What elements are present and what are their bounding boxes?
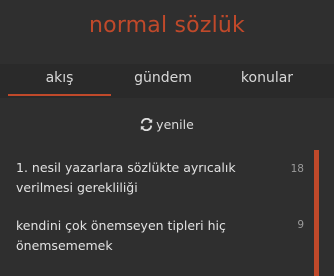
site-logo-title[interactable]: normal sözlük (0, 10, 334, 42)
entry-count: 18 (290, 163, 304, 175)
list-accent-bar (314, 150, 319, 276)
topic-link[interactable]: 1. nesil yazarlara sözlükte ayrıcalık ve… (16, 158, 278, 198)
refresh-button[interactable]: yenile (0, 113, 334, 135)
refresh-icon (140, 117, 153, 131)
tab-konular[interactable]: konular (215, 64, 319, 94)
tab-akis[interactable]: akış (8, 64, 111, 94)
entry-count: 9 (297, 219, 304, 231)
active-tab-indicator (8, 94, 111, 96)
topic-link[interactable]: kendini çok önemseyen tipleri hiç önemse… (16, 216, 278, 256)
tab-gundem[interactable]: gündem (111, 64, 215, 94)
refresh-label: yenile (156, 116, 194, 132)
